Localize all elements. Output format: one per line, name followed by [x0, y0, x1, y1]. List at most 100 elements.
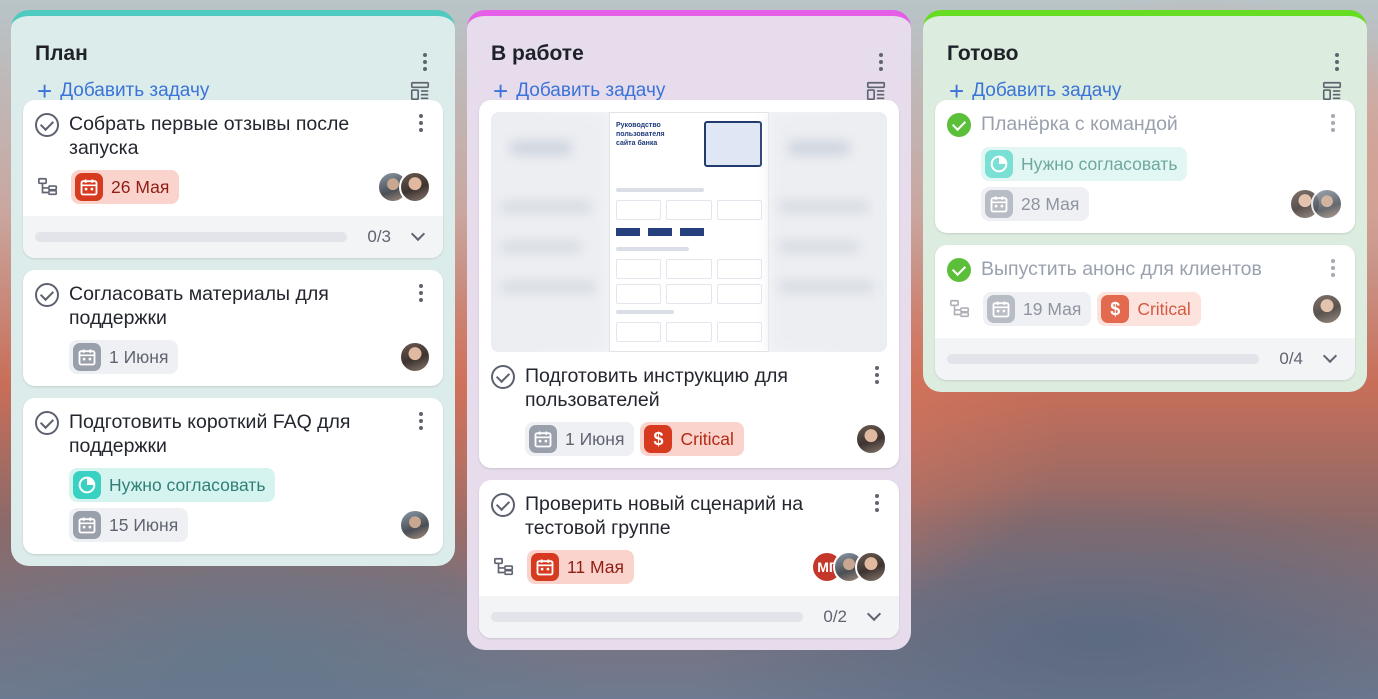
subtasks-icon — [37, 176, 59, 198]
completed-checkbox[interactable] — [947, 113, 971, 137]
complete-checkbox[interactable] — [35, 411, 59, 435]
pie-clock-icon — [988, 153, 1010, 175]
column-header: План + Добавить задачу — [23, 16, 443, 104]
dollar-icon: $ — [644, 425, 673, 453]
task-card[interactable]: Собрать первые отзывы после запуска 26 М… — [23, 100, 443, 258]
more-vertical-icon — [415, 284, 427, 302]
column-menu-button[interactable] — [875, 44, 887, 71]
due-date: 11 Мая — [567, 556, 625, 577]
column-menu-button[interactable] — [419, 44, 431, 71]
add-task-button[interactable]: + Добавить задачу — [949, 76, 1121, 106]
document-heading: Руководство пользователя сайта банка — [616, 122, 665, 147]
task-title[interactable]: Выпустить анонс для клиентов — [981, 257, 1313, 281]
due-date-chip[interactable]: 26 Мая — [71, 170, 180, 204]
priority-label: Critical — [680, 428, 734, 449]
due-date: 1 Июня — [565, 428, 625, 449]
card-menu-button[interactable] — [867, 364, 887, 384]
task-card[interactable]: Подготовить короткий FAQ для поддержки Н… — [23, 398, 443, 554]
task-card[interactable]: Руководство пользователя сайта банка Под… — [479, 100, 899, 468]
due-date-chip[interactable]: 28 Мая — [981, 187, 1090, 221]
due-date-chip[interactable]: 1 Июня — [525, 422, 635, 456]
status-chip[interactable]: Нужно согласовать — [981, 147, 1188, 181]
calendar-icon — [79, 177, 99, 197]
assignees[interactable] — [855, 423, 887, 455]
task-card[interactable]: Согласовать материалы для поддержки 1 Ию… — [23, 270, 443, 386]
complete-checkbox[interactable] — [35, 113, 59, 137]
column-in-progress: В работе + Добавить задачу Руководство п… — [467, 10, 911, 650]
subtask-progress[interactable]: 0/2 — [479, 596, 899, 638]
assignees[interactable]: МГ — [811, 551, 887, 583]
due-date: 26 Мая — [111, 176, 170, 197]
task-title[interactable]: Подготовить инструкцию для пользователей — [525, 364, 857, 412]
task-title[interactable]: Собрать первые отзывы после запуска — [69, 112, 401, 160]
due-date-chip[interactable]: 11 Мая — [527, 550, 635, 584]
column-plan: План + Добавить задачу Собрать первые от… — [11, 10, 455, 566]
card-menu-button[interactable] — [411, 112, 431, 132]
column-header: В работе + Добавить задачу — [479, 16, 899, 104]
plus-icon: + — [493, 76, 509, 106]
card-menu-button[interactable] — [411, 282, 431, 302]
card-cover-image[interactable]: Руководство пользователя сайта банка — [491, 112, 887, 352]
subtask-progress[interactable]: 0/4 — [935, 338, 1355, 380]
add-task-button[interactable]: + Добавить задачу — [37, 78, 210, 104]
priority-chip[interactable]: $ Critical — [1097, 292, 1201, 326]
layout-icon[interactable] — [1321, 80, 1343, 102]
avatar — [855, 423, 887, 455]
avatar — [399, 341, 431, 373]
assignees[interactable] — [399, 341, 431, 373]
complete-checkbox[interactable] — [35, 283, 59, 307]
due-date-chip[interactable]: 1 Июня — [69, 340, 179, 374]
chevron-down-icon[interactable] — [1322, 348, 1338, 364]
card-menu-button[interactable] — [1323, 112, 1343, 132]
column-header: Готово + Добавить задачу — [935, 16, 1355, 104]
subtasks-icon — [493, 556, 515, 578]
more-vertical-icon — [1327, 114, 1339, 132]
more-vertical-icon — [871, 366, 883, 384]
priority-label: Critical — [1137, 298, 1191, 319]
task-card[interactable]: Выпустить анонс для клиентов 19 Мая $ Cr… — [935, 245, 1355, 380]
complete-checkbox[interactable] — [491, 365, 515, 389]
complete-checkbox[interactable] — [491, 493, 515, 517]
card-menu-button[interactable] — [867, 492, 887, 512]
status-label: Нужно согласовать — [109, 474, 266, 495]
dollar-icon: $ — [1101, 295, 1130, 323]
due-date-chip[interactable]: 15 Июня — [69, 508, 189, 542]
add-task-label: Добавить задачу — [60, 80, 210, 101]
layout-icon[interactable] — [865, 80, 887, 102]
due-date: 19 Мая — [1023, 298, 1082, 319]
task-card[interactable]: Проверить новый сценарий на тестовой гру… — [479, 480, 899, 638]
more-vertical-icon — [875, 53, 887, 71]
add-task-button[interactable]: + Добавить задачу — [493, 76, 665, 106]
more-vertical-icon — [1331, 53, 1343, 71]
chevron-down-icon[interactable] — [410, 226, 426, 242]
more-vertical-icon — [419, 53, 431, 71]
progress-count: 0/2 — [823, 607, 847, 626]
priority-chip[interactable]: $ Critical — [640, 422, 744, 456]
column-menu-button[interactable] — [1331, 44, 1343, 71]
assignees[interactable] — [399, 509, 431, 541]
pie-clock-icon — [76, 474, 98, 496]
task-title[interactable]: Согласовать материалы для поддержки — [69, 282, 401, 330]
avatar — [1311, 188, 1343, 220]
subtask-progress[interactable]: 0/3 — [23, 216, 443, 258]
card-menu-button[interactable] — [411, 410, 431, 430]
task-title[interactable]: Планёрка с командой — [981, 112, 1313, 136]
card-menu-button[interactable] — [1323, 257, 1343, 277]
assignees[interactable] — [1289, 188, 1343, 220]
plus-icon: + — [949, 76, 965, 106]
assignees[interactable] — [377, 171, 431, 203]
chevron-down-icon[interactable] — [866, 606, 882, 622]
progress-count: 0/4 — [1279, 349, 1303, 368]
calendar-icon — [533, 429, 553, 449]
layout-icon[interactable] — [409, 80, 431, 102]
assignees[interactable] — [1311, 293, 1343, 325]
task-card[interactable]: Планёрка с командой Нужно согласовать 28… — [935, 100, 1355, 233]
due-date-chip[interactable]: 19 Мая — [983, 292, 1092, 326]
completed-checkbox[interactable] — [947, 258, 971, 282]
subtasks-icon — [949, 298, 971, 320]
status-chip[interactable]: Нужно согласовать — [69, 468, 276, 502]
task-title[interactable]: Подготовить короткий FAQ для поддержки — [69, 410, 401, 458]
calendar-icon — [991, 299, 1011, 319]
task-title[interactable]: Проверить новый сценарий на тестовой гру… — [525, 492, 857, 540]
column-done: Готово + Добавить задачу Планёрка с кома… — [923, 10, 1367, 392]
